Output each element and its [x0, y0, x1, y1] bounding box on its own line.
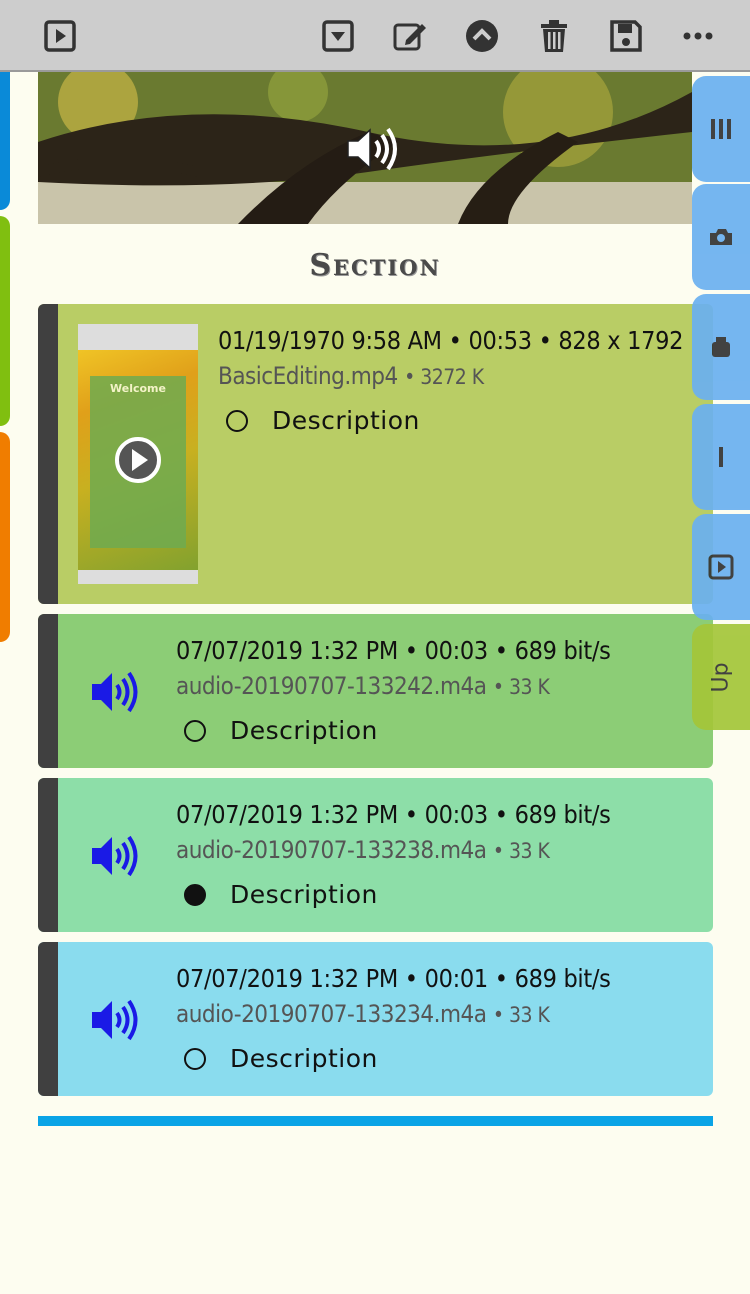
camera-icon	[710, 229, 732, 245]
card-filename: audio-20190707-133238.m4a • 33 K	[176, 836, 550, 864]
text-cursor-icon	[719, 447, 723, 467]
card-file-size: • 33 K	[492, 839, 550, 863]
card-filename: BasicEditing.mp4 • 3272 K	[218, 362, 484, 390]
save-icon[interactable]	[606, 16, 646, 56]
media-card-audio[interactable]: 07/07/2019 1:32 PM • 00:03 • 689 bit/s a…	[38, 614, 713, 768]
up-tab-label: Up	[708, 661, 734, 693]
speaker-icon[interactable]	[90, 670, 142, 714]
columns-icon	[711, 119, 731, 139]
description-row[interactable]: Description	[226, 406, 420, 435]
card-meta: 01/19/1970 9:58 AM • 00:53 • 828 x 1792	[218, 326, 684, 355]
description-row[interactable]: Description	[184, 1044, 378, 1073]
media-card-video[interactable]: Welcome 01/19/1970 9:58 AM • 00:53 • 828…	[38, 304, 713, 604]
card-left-bar	[38, 614, 58, 768]
video-camera-tab[interactable]	[692, 294, 750, 400]
trash-icon[interactable]	[534, 16, 574, 56]
media-card-audio[interactable]: 07/07/2019 1:32 PM • 00:03 • 689 bit/s a…	[38, 778, 713, 932]
card-meta: 07/07/2019 1:32 PM • 00:01 • 689 bit/s	[176, 964, 611, 993]
description-radio[interactable]	[184, 719, 206, 742]
description-radio-selected[interactable]	[184, 883, 206, 906]
card-left-bar	[38, 942, 58, 1096]
card-file-name: BasicEditing.mp4	[218, 362, 398, 390]
card-meta: 07/07/2019 1:32 PM • 00:03 • 689 bit/s	[176, 800, 611, 829]
description-row[interactable]: Description	[184, 716, 378, 745]
card-left-bar	[38, 304, 58, 604]
play-tab[interactable]	[692, 514, 750, 620]
description-radio[interactable]	[184, 1047, 206, 1070]
bottom-divider	[38, 1116, 713, 1126]
play-circle-icon[interactable]	[114, 436, 162, 484]
card-file-name: audio-20190707-133238.m4a	[176, 836, 487, 864]
speaker-icon[interactable]	[90, 998, 142, 1042]
more-icon[interactable]	[678, 16, 718, 56]
card-file-name: audio-20190707-133234.m4a	[176, 1000, 487, 1028]
video-thumbnail[interactable]: Welcome	[78, 324, 198, 584]
banner-speaker-icon[interactable]	[346, 126, 402, 172]
section-title: Section	[309, 248, 441, 283]
thumbnail-title: Welcome	[110, 382, 166, 395]
description-label: Description	[230, 716, 378, 745]
camera-tab[interactable]	[692, 184, 750, 290]
card-file-size: • 33 K	[492, 1003, 550, 1027]
description-radio[interactable]	[226, 409, 248, 432]
description-row[interactable]: Description	[184, 880, 378, 909]
card-file-name: audio-20190707-133242.m4a	[176, 672, 487, 700]
description-label: Description	[272, 406, 420, 435]
play-square-icon[interactable]	[40, 16, 80, 56]
card-file-size: • 3272 K	[404, 365, 484, 389]
up-circle-icon[interactable]	[462, 16, 502, 56]
card-filename: audio-20190707-133242.m4a • 33 K	[176, 672, 550, 700]
edit-icon[interactable]	[390, 16, 430, 56]
card-left-bar	[38, 778, 58, 932]
description-label: Description	[230, 1044, 378, 1073]
card-filename: audio-20190707-133234.m4a • 33 K	[176, 1000, 550, 1028]
speaker-icon[interactable]	[90, 834, 142, 878]
text-cursor-tab[interactable]	[692, 404, 750, 510]
banner-image	[38, 72, 692, 224]
play-icon	[708, 554, 734, 580]
top-toolbar	[0, 0, 750, 72]
up-tab[interactable]: Up	[692, 624, 750, 730]
left-tab-orange[interactable]	[0, 432, 10, 642]
card-meta: 07/07/2019 1:32 PM • 00:03 • 689 bit/s	[176, 636, 611, 665]
video-camera-icon	[712, 337, 730, 357]
description-label: Description	[230, 880, 378, 909]
media-card-audio[interactable]: 07/07/2019 1:32 PM • 00:01 • 689 bit/s a…	[38, 942, 713, 1096]
dropdown-square-icon[interactable]	[318, 16, 358, 56]
columns-tab[interactable]	[692, 76, 750, 182]
card-file-size: • 33 K	[492, 675, 550, 699]
